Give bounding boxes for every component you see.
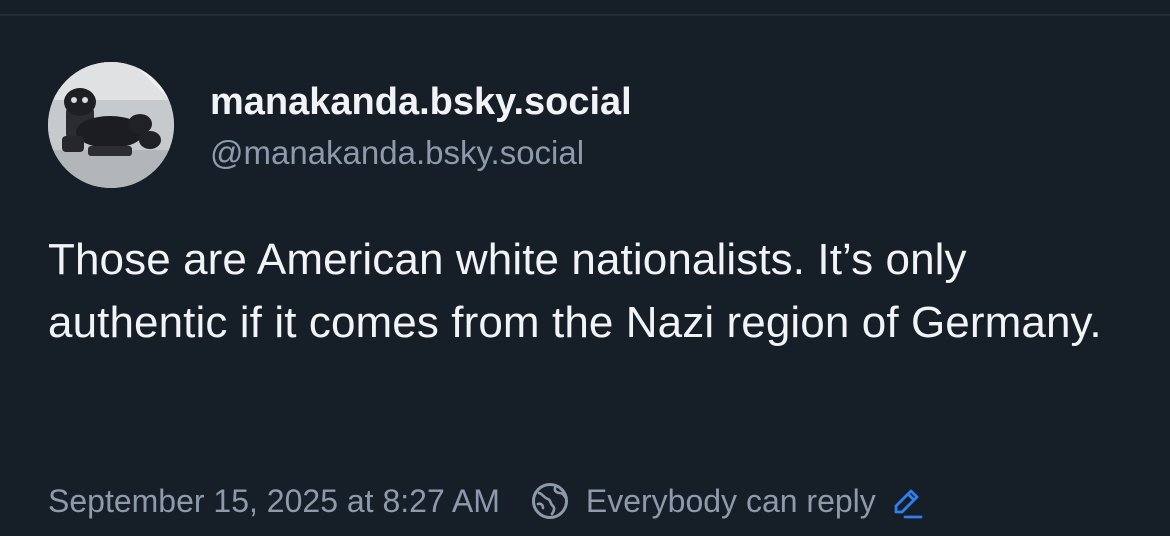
author-handle[interactable]: @manakanda.bsky.social (210, 130, 1110, 176)
post-text: Those are American white nationalists. I… (48, 235, 1102, 347)
post-meta: September 15, 2025 at 8:27 AM Everybody … (48, 476, 924, 526)
post-thread-view: manakanda.bsky.social @manakanda.bsky.so… (0, 0, 1170, 536)
author-display-name[interactable]: manakanda.bsky.social (210, 78, 1110, 126)
avatar-image (48, 62, 174, 188)
top-divider (0, 14, 1170, 16)
post-timestamp: September 15, 2025 at 8:27 AM (48, 482, 500, 519)
globe-icon[interactable] (530, 481, 570, 521)
pencil-icon[interactable] (890, 486, 924, 520)
post-author: manakanda.bsky.social @manakanda.bsky.so… (210, 78, 1110, 176)
avatar[interactable] (48, 62, 174, 188)
reply-setting-label[interactable]: Everybody can reply (586, 483, 876, 520)
